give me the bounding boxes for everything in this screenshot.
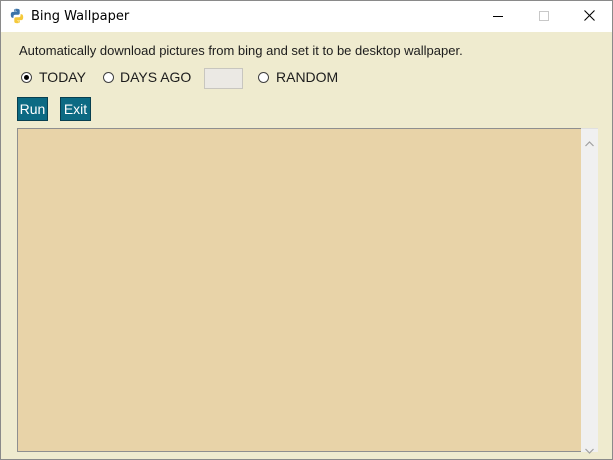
today-radio[interactable] — [21, 72, 32, 83]
title-bar[interactable]: Bing Wallpaper — [1, 1, 612, 32]
today-label[interactable]: TODAY — [39, 69, 86, 85]
maximize-button[interactable] — [521, 1, 567, 32]
random-label[interactable]: RANDOM — [276, 69, 338, 85]
minimize-button[interactable] — [475, 1, 521, 32]
python-icon — [9, 8, 25, 24]
maximize-icon — [539, 8, 549, 26]
random-radio[interactable] — [258, 72, 269, 83]
app-window: Bing Wallpaper Automatically download pi… — [0, 0, 613, 460]
description-text: Automatically download pictures from bin… — [19, 43, 463, 58]
scroll-down-icon[interactable] — [585, 441, 594, 454]
run-button[interactable]: Run — [17, 97, 48, 121]
days-ago-input[interactable] — [204, 68, 243, 89]
days-ago-label[interactable]: DAYS AGO — [120, 69, 191, 85]
log-scrollbar[interactable] — [581, 128, 598, 454]
days-ago-radio[interactable] — [103, 72, 114, 83]
close-icon — [583, 8, 595, 26]
scroll-up-icon[interactable] — [585, 134, 594, 147]
close-button[interactable] — [566, 1, 612, 32]
log-output[interactable] — [17, 128, 582, 452]
window-title: Bing Wallpaper — [31, 9, 130, 24]
exit-button[interactable]: Exit — [60, 97, 91, 121]
minimize-icon — [493, 8, 503, 26]
